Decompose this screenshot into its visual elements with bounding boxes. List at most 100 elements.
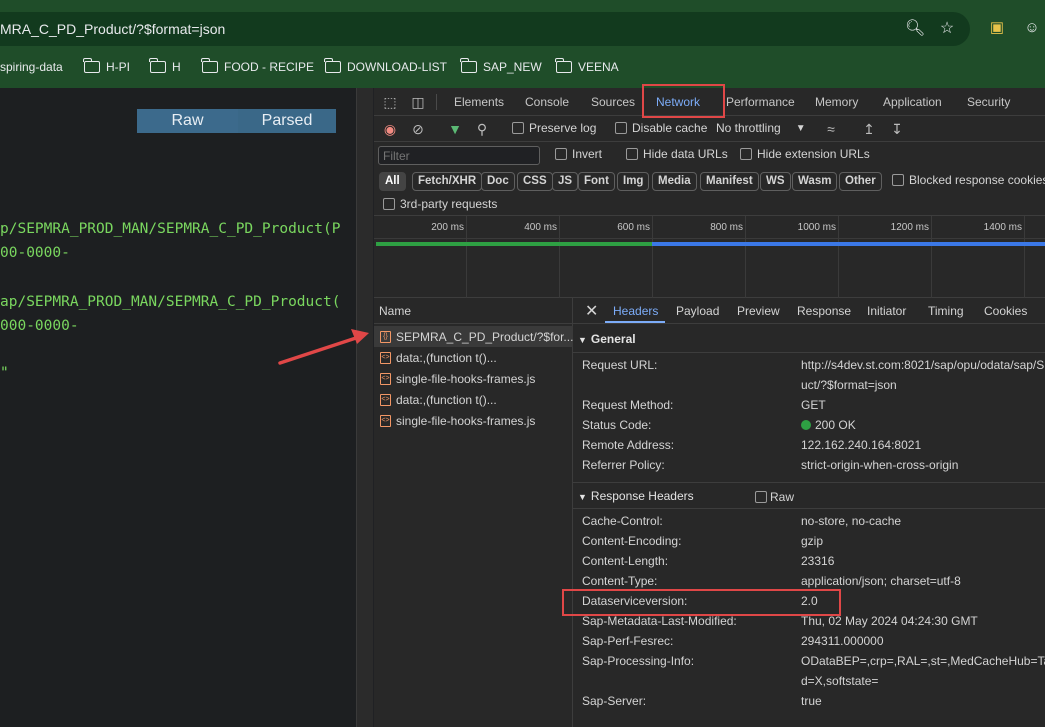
checkbox-icon[interactable] [555, 148, 567, 160]
profile-icon[interactable]: ☺ [1023, 19, 1041, 37]
header-key: Dataserviceversion: [582, 594, 688, 608]
tab-payload[interactable]: Payload [676, 304, 719, 318]
header-value: GET [801, 398, 826, 412]
status-text: 200 OK [815, 418, 856, 432]
third-party-label: 3rd-party requests [400, 197, 498, 211]
timeline-tick-label: 400 ms [524, 222, 557, 233]
bookmark-food-recipe[interactable]: FOOD - RECIPE [201, 58, 314, 75]
network-timeline[interactable]: 200 ms 400 ms 600 ms 800 ms 1000 ms 1200… [374, 216, 1045, 298]
bookmark-h[interactable]: H [149, 58, 181, 75]
folder-icon [83, 58, 100, 73]
tab-application[interactable]: Application [883, 95, 942, 109]
timeline-bar-blue [652, 242, 1045, 246]
divider [436, 94, 437, 110]
bookmark-download-list[interactable]: DOWNLOAD-LIST [324, 58, 448, 75]
invert-checkbox[interactable]: Invert [555, 147, 602, 161]
raw-headers-checkbox[interactable]: Raw [755, 490, 794, 504]
bookmark-label: DOWNLOAD-LIST [347, 60, 448, 74]
request-row[interactable]: <> single-file-hooks-frames.js [374, 410, 573, 431]
blocked-cookies-checkbox[interactable]: Blocked response cookies [892, 173, 1045, 187]
address-url[interactable]: MRA_C_PD_Product/?$format=json [0, 21, 225, 37]
filter-chip-wasm[interactable]: Wasm [792, 172, 838, 191]
tab-security[interactable]: Security [967, 95, 1010, 109]
throttling-label: No throttling [716, 121, 781, 135]
header-key: Sap-Server: [582, 694, 647, 708]
extension-icon[interactable]: ▣ [988, 19, 1006, 37]
header-value: 294311.000000 [801, 634, 884, 648]
tab-response[interactable]: Response [797, 304, 851, 318]
tab-memory[interactable]: Memory [815, 95, 858, 109]
filter-chip-manifest[interactable]: Manifest [700, 172, 759, 191]
bookmark-veena[interactable]: VEENA [555, 58, 619, 75]
name-column-header[interactable]: Name [374, 298, 573, 324]
checkbox-icon[interactable] [892, 174, 904, 186]
address-bar-row: MRA_C_PD_Product/?$format=json 🔍︎ ☆ ▣ ☺ [0, 8, 1045, 52]
header-key: Content-Type: [582, 574, 658, 588]
tab-sources[interactable]: Sources [591, 95, 635, 109]
address-bar[interactable]: MRA_C_PD_Product/?$format=json 🔍︎ ☆ [0, 12, 970, 46]
filter-chip-media[interactable]: Media [652, 172, 697, 191]
bookmark-h-pi[interactable]: H-PI [83, 58, 130, 75]
request-row[interactable]: <> data:,(function t()... [374, 347, 573, 368]
response-headers-section-header[interactable]: ▼ Response Headers [573, 485, 1045, 507]
bookmark-sap-new[interactable]: SAP_NEW [460, 58, 542, 75]
header-value: http://s4dev.st.com:8021/sap/opu/odata/s… [801, 358, 1045, 372]
network-conditions-icon[interactable]: ≈ [822, 120, 840, 138]
checkbox-icon[interactable] [615, 122, 627, 134]
general-section-header[interactable]: ▼ General [573, 328, 1045, 350]
filter-chip-js[interactable]: JS [552, 172, 579, 191]
checkbox-icon[interactable] [626, 148, 638, 160]
tab-initiator[interactable]: Initiator [867, 304, 906, 318]
filter-input[interactable] [378, 146, 540, 165]
tab-cookies[interactable]: Cookies [984, 304, 1027, 318]
filter-chip-img[interactable]: Img [617, 172, 650, 191]
filter-chip-doc[interactable]: Doc [481, 172, 515, 191]
filter-chip-css[interactable]: CSS [517, 172, 553, 191]
bookmark-star-icon[interactable]: ☆ [938, 20, 956, 38]
preserve-log-checkbox[interactable]: Preserve log [512, 121, 596, 135]
parsed-toggle-button[interactable]: Parsed [238, 109, 336, 133]
hide-data-urls-checkbox[interactable]: Hide data URLs [626, 147, 728, 161]
filter-chip-fetch-xhr[interactable]: Fetch/XHR [412, 172, 483, 191]
checkbox-icon[interactable] [512, 122, 524, 134]
clear-icon[interactable]: ⊘ [409, 120, 427, 138]
zoom-icon[interactable]: 🔍︎ [905, 20, 925, 38]
tab-console[interactable]: Console [525, 95, 569, 109]
throttling-select[interactable]: No throttling ▼ [716, 121, 806, 135]
tab-network[interactable]: Network [656, 95, 700, 109]
hide-extension-urls-checkbox[interactable]: Hide extension URLs [740, 147, 870, 161]
disable-cache-checkbox[interactable]: Disable cache [615, 121, 707, 135]
filter-chip-all[interactable]: All [379, 172, 406, 191]
filter-chip-other[interactable]: Other [839, 172, 882, 191]
filter-chip-font[interactable]: Font [578, 172, 615, 191]
checkbox-icon[interactable] [383, 198, 395, 210]
page-scrollbar[interactable] [356, 88, 373, 727]
header-key: Remote Address: [582, 438, 675, 452]
timeline-tick-label: 800 ms [710, 222, 743, 233]
search-icon[interactable]: ⚲ [473, 120, 491, 138]
header-key: Request Method: [582, 398, 674, 412]
third-party-checkbox[interactable]: 3rd-party requests [383, 197, 497, 211]
export-har-icon[interactable]: ↧ [888, 120, 906, 138]
raw-toggle-button[interactable]: Raw [137, 109, 238, 133]
inspect-element-icon[interactable]: ⬚ [381, 93, 399, 111]
request-row[interactable]: <> data:,(function t()... [374, 389, 573, 410]
hide-extension-urls-label: Hide extension URLs [757, 147, 870, 161]
filter-funnel-icon[interactable]: ▼ [446, 120, 464, 138]
tab-preview[interactable]: Preview [737, 304, 780, 318]
tab-performance[interactable]: Performance [726, 95, 795, 109]
checkbox-icon[interactable] [755, 491, 767, 503]
bookmark-spiring-data[interactable]: spiring-data [0, 59, 63, 75]
tab-timing[interactable]: Timing [928, 304, 964, 318]
tab-headers[interactable]: Headers [613, 304, 658, 318]
timeline-axis [374, 238, 1045, 239]
close-icon[interactable]: ✕ [585, 301, 598, 321]
request-row[interactable]: <> single-file-hooks-frames.js [374, 368, 573, 389]
checkbox-icon[interactable] [740, 148, 752, 160]
filter-chip-ws[interactable]: WS [760, 172, 791, 191]
record-icon[interactable]: ◉ [381, 120, 399, 138]
tab-elements[interactable]: Elements [454, 95, 504, 109]
request-row[interactable]: {} SEPMRA_C_PD_Product/?$for... [374, 326, 573, 347]
device-toolbar-icon[interactable]: ◫ [409, 93, 427, 111]
import-har-icon[interactable]: ↥ [860, 120, 878, 138]
